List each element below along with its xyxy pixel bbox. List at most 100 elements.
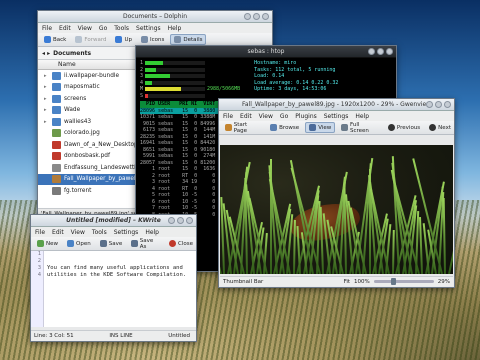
menu-file[interactable]: File [42, 25, 52, 32]
back-button[interactable]: Back [41, 35, 69, 44]
file-name: screens [64, 95, 87, 102]
file-name: donbosbask.pdf [64, 153, 110, 160]
gwenview-titlebar[interactable]: Fall_Wallpaper_by_pawel89.jpg - 1920x120… [219, 99, 454, 111]
icons-view-icon [141, 36, 149, 43]
editor-text[interactable]: You can find many useful applications an… [44, 251, 186, 327]
maximize-button[interactable] [377, 48, 384, 55]
up-button[interactable]: Up [112, 35, 135, 44]
menu-settings[interactable]: Settings [136, 25, 161, 32]
minimize-button[interactable] [426, 101, 433, 108]
document-icon [52, 163, 61, 172]
expand-chevron-icon[interactable]: ▸ [44, 96, 49, 102]
close-button[interactable] [444, 101, 451, 108]
kwrite-titlebar[interactable]: Untitled [modified] – KWrite [31, 215, 196, 227]
open-label: Open [76, 240, 91, 247]
previous-arrow-icon [387, 124, 395, 131]
up-label: Up [124, 36, 133, 43]
fullscreen-label: Full Screen [349, 121, 369, 134]
menu-settings[interactable]: Settings [324, 113, 349, 120]
open-folder-icon [67, 240, 74, 247]
details-view-button[interactable]: Details [170, 34, 207, 45]
expand-chevron-icon[interactable]: ▸ [44, 107, 49, 113]
maximize-button[interactable] [253, 13, 260, 20]
zoom-100-button[interactable]: 100% [354, 279, 370, 285]
menu-edit[interactable]: Edit [240, 113, 252, 120]
fullscreen-button[interactable]: Full Screen [338, 121, 382, 135]
menu-help[interactable]: Help [145, 229, 159, 236]
maximize-button[interactable] [435, 101, 442, 108]
menu-help[interactable]: Help [355, 113, 369, 120]
menu-go[interactable]: Go [99, 25, 107, 32]
line-number-gutter: 1234 [31, 251, 44, 327]
dolphin-titlebar[interactable]: Documents – Dolphin [38, 11, 272, 23]
menu-plugins[interactable]: Plugins [295, 113, 317, 120]
new-button[interactable]: New [34, 239, 61, 248]
next-arrow-icon [429, 124, 437, 131]
menu-tools[interactable]: Tools [114, 25, 129, 32]
save-as-icon [131, 240, 138, 247]
close-button[interactable] [186, 217, 193, 224]
menu-settings[interactable]: Settings [114, 229, 139, 236]
menu-view[interactable]: View [78, 25, 92, 32]
open-button[interactable]: Open [64, 239, 94, 248]
menu-file[interactable]: File [223, 113, 233, 120]
menu-edit[interactable]: Edit [59, 25, 71, 32]
minimize-button[interactable] [168, 217, 175, 224]
expand-chevron-icon[interactable]: ▸ [44, 73, 49, 79]
previous-button[interactable]: Previous [385, 123, 423, 132]
close-icon [169, 240, 177, 247]
start-page-button[interactable]: Start Page [222, 121, 264, 135]
kwrite-window: Untitled [modified] – KWrite File Edit V… [30, 214, 197, 342]
expand-chevron-icon[interactable]: ▸ [44, 119, 49, 125]
menu-file[interactable]: File [35, 229, 45, 236]
save-label: Save [108, 240, 123, 247]
kwrite-statusbar: Line: 3 Col: 51 INS LINE Untitled [31, 330, 196, 341]
image-view[interactable] [220, 145, 453, 274]
dolphin-menubar: File Edit View Go Tools Settings Help [38, 23, 272, 33]
close-button[interactable] [262, 13, 269, 20]
minimize-button[interactable] [368, 48, 375, 55]
close-button[interactable] [386, 48, 393, 55]
column-header-label: Name [58, 61, 76, 68]
zoom-slider[interactable] [373, 278, 434, 285]
new-label: New [46, 240, 58, 247]
system-info: Hostname: miro Tasks: 112 total, 5 runni… [254, 60, 338, 99]
terminal-title: sebas : htop [247, 48, 285, 55]
breadcrumb-documents[interactable]: Documents [53, 50, 91, 57]
browse-button[interactable]: Browse [267, 123, 302, 132]
mem-readout: 2988/5066MB [207, 86, 241, 92]
next-button[interactable]: Next [426, 123, 454, 132]
expand-chevron-icon[interactable]: ▸ [44, 84, 49, 90]
maximize-button[interactable] [177, 217, 184, 224]
breadcrumb-chevron-icon: ◂ ▸ [42, 49, 51, 57]
home-icon [225, 124, 232, 131]
menu-view[interactable]: View [259, 113, 273, 120]
details-label: Details [183, 36, 203, 43]
forward-button[interactable]: Forward [72, 35, 109, 44]
kwrite-title: Untitled [modified] – KWrite [66, 217, 161, 224]
grass-blade [391, 229, 395, 274]
cursor-position: Line: 3 Col: 51 [34, 333, 74, 339]
minimize-button[interactable] [244, 13, 251, 20]
save-as-button[interactable]: Save As [128, 237, 163, 251]
text-editor[interactable]: 1234 You can find many useful applicatio… [31, 251, 196, 327]
menu-view[interactable]: View [71, 229, 85, 236]
grass-blade [447, 163, 453, 274]
zoom-fit-button[interactable]: Fit [344, 279, 350, 285]
save-button[interactable]: Save [97, 239, 126, 248]
view-button[interactable]: View [305, 122, 336, 133]
menu-go[interactable]: Go [280, 113, 288, 120]
fullscreen-icon [341, 124, 348, 131]
menu-tools[interactable]: Tools [92, 229, 107, 236]
insert-mode[interactable]: INS LINE [109, 333, 132, 339]
menu-edit[interactable]: Edit [52, 229, 64, 236]
up-arrow-icon [115, 36, 123, 43]
previous-label: Previous [396, 124, 421, 131]
editor-line: utilities in the KDE Software Compilatio… [47, 272, 187, 278]
close-doc-button[interactable]: Close [166, 239, 196, 248]
icons-view-button[interactable]: Icons [138, 35, 167, 44]
terminal-titlebar[interactable]: sebas : htop [136, 46, 396, 58]
thumbnail-bar-toggle[interactable]: Thumbnail Bar [223, 279, 263, 285]
menu-help[interactable]: Help [168, 25, 182, 32]
